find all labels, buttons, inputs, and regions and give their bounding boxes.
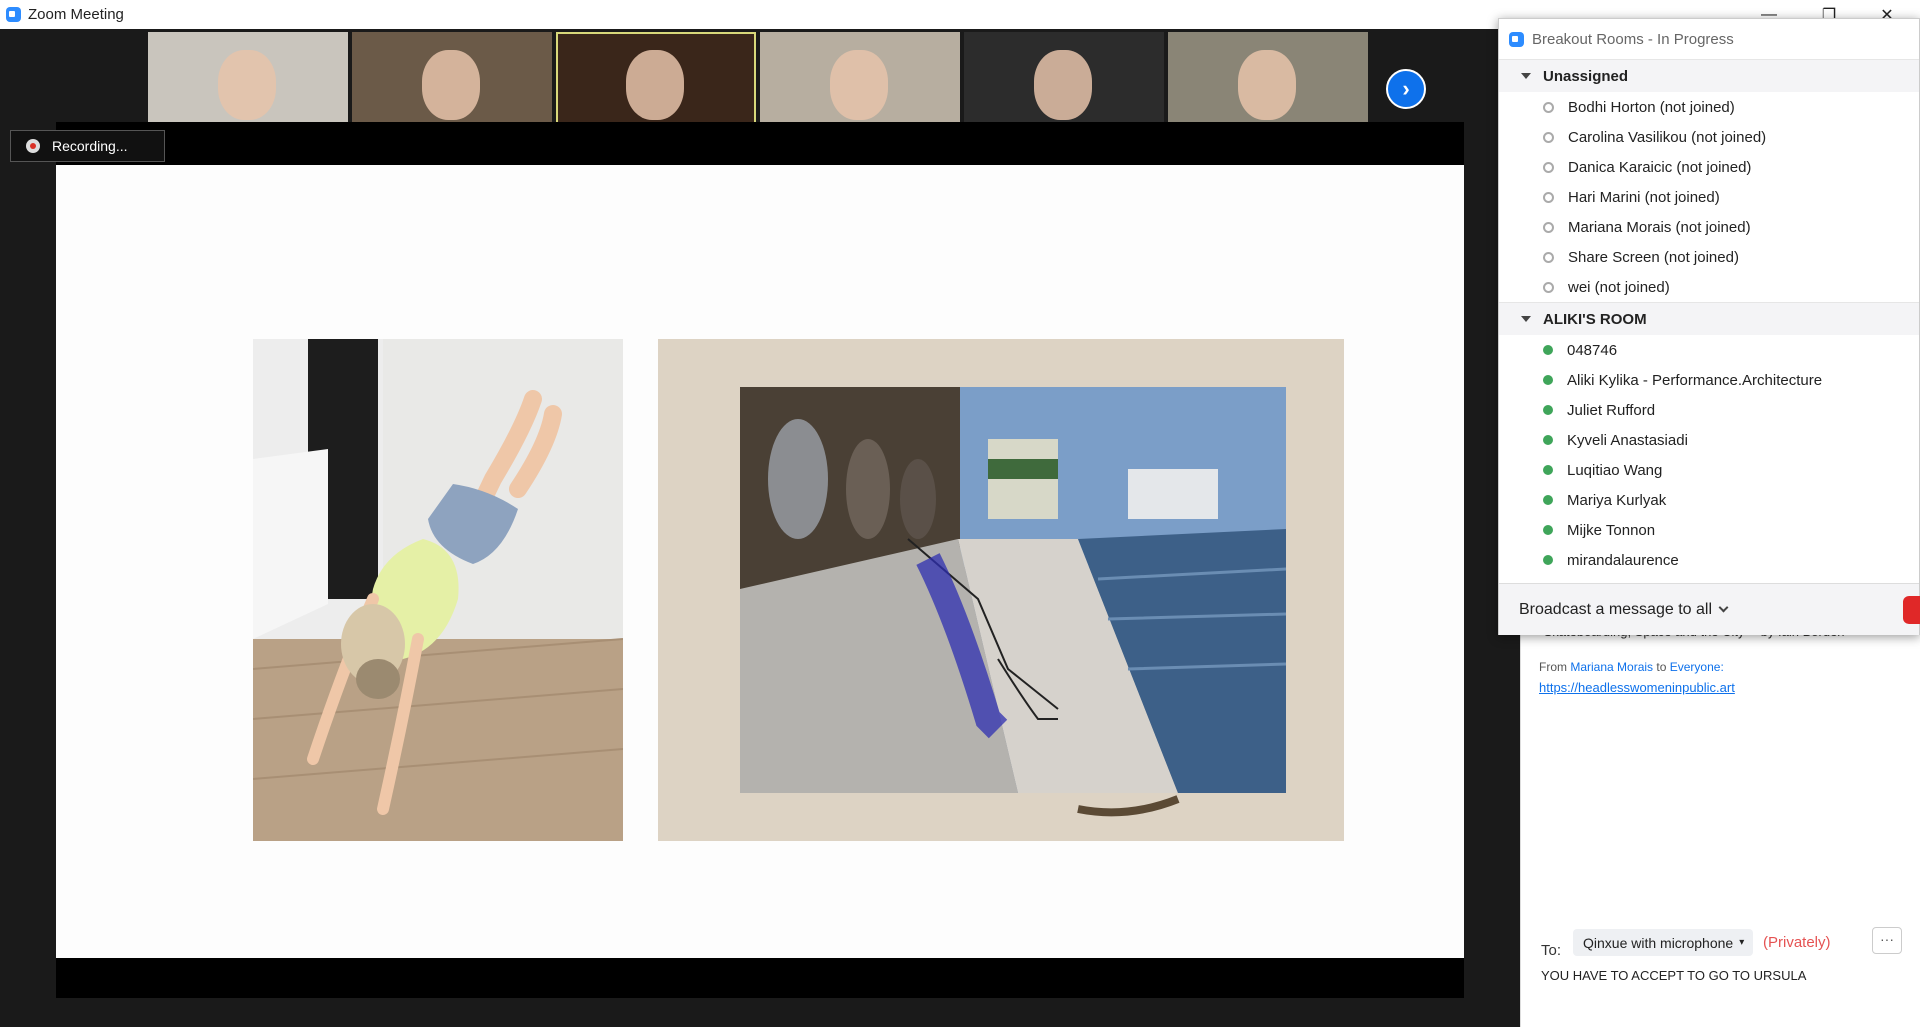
record-icon bbox=[26, 139, 40, 153]
chat-recipient-everyone: Everyone: bbox=[1669, 660, 1724, 674]
caret-down-icon bbox=[1521, 316, 1531, 322]
chevron-right-icon: › bbox=[1402, 76, 1410, 101]
member-name: Juliet Rufford bbox=[1567, 401, 1656, 419]
recording-indicator[interactable]: Recording... bbox=[10, 130, 165, 162]
privately-label: (Privately) bbox=[1763, 934, 1831, 951]
zoom-logo-icon bbox=[1509, 31, 1524, 47]
member-name: Danica Karaicic (not joined) bbox=[1568, 158, 1752, 176]
window-title: Zoom Meeting bbox=[28, 6, 124, 23]
participant-video bbox=[218, 50, 276, 120]
not-joined-status-icon bbox=[1543, 281, 1554, 293]
participant-video bbox=[830, 50, 888, 120]
chat-recipient-value: Qinxue with microphone bbox=[1583, 934, 1734, 951]
room-members: 048746 Aliki Kylika - Performance.Archite… bbox=[1499, 335, 1919, 573]
not-joined-status-icon bbox=[1543, 191, 1554, 203]
joined-status-icon bbox=[1543, 435, 1553, 445]
breakout-member[interactable]: Share Screen (not joined) bbox=[1499, 242, 1919, 272]
caret-down-icon bbox=[1521, 73, 1531, 79]
breakout-footer: Broadcast a message to all bbox=[1499, 583, 1920, 635]
breakout-title-bar: Breakout Rooms - In Progress bbox=[1499, 19, 1919, 59]
breakout-member[interactable]: Mariya Kurlyak bbox=[1499, 485, 1919, 515]
shared-slide bbox=[56, 165, 1464, 958]
room-header-aliki[interactable]: ALIKI'S ROOM bbox=[1499, 302, 1919, 335]
member-name: Luqitiao Wang bbox=[1567, 461, 1663, 479]
breakout-member[interactable]: wei (not joined) bbox=[1499, 272, 1919, 302]
room-header-unassigned[interactable]: Unassigned bbox=[1499, 59, 1919, 92]
recording-label: Recording... bbox=[52, 138, 128, 154]
room-name: Unassigned bbox=[1543, 67, 1629, 85]
breakout-member[interactable]: Juliet Rufford bbox=[1499, 395, 1919, 425]
member-name: 048746 bbox=[1567, 341, 1618, 359]
room-name: ALIKI'S ROOM bbox=[1543, 310, 1647, 328]
member-name: Hari Marini (not joined) bbox=[1568, 188, 1720, 206]
chat-input[interactable]: YOU HAVE TO ACCEPT TO GO TO URSULA bbox=[1541, 968, 1806, 983]
breakout-member[interactable]: Hari Marini (not joined) bbox=[1499, 182, 1919, 212]
member-name: wei (not joined) bbox=[1568, 278, 1670, 296]
chat-from-prefix: From bbox=[1539, 660, 1567, 674]
breakout-member[interactable]: Bodhi Horton (not joined) bbox=[1499, 92, 1919, 122]
joined-status-icon bbox=[1543, 375, 1553, 385]
participant-video bbox=[1238, 50, 1296, 120]
joined-status-icon bbox=[1543, 405, 1553, 415]
zoom-logo-icon bbox=[6, 7, 21, 22]
participant-video bbox=[626, 50, 684, 120]
member-name: Mijke Tonnon bbox=[1567, 521, 1656, 539]
broadcast-label: Broadcast a message to all bbox=[1519, 600, 1712, 618]
chat-recipient-select[interactable]: Qinxue with microphone ▾ bbox=[1573, 929, 1753, 956]
participant-video bbox=[1034, 50, 1092, 120]
breakout-member[interactable]: Aliki Kylika - Performance.Architecture bbox=[1499, 365, 1919, 395]
participant-video bbox=[422, 50, 480, 120]
breakout-member[interactable]: Kyveli Anastasiadi bbox=[1499, 425, 1919, 455]
joined-status-icon bbox=[1543, 495, 1553, 505]
member-name: Bodhi Horton (not joined) bbox=[1568, 98, 1735, 116]
not-joined-status-icon bbox=[1543, 251, 1554, 263]
not-joined-status-icon bbox=[1543, 131, 1554, 143]
joined-status-icon bbox=[1543, 525, 1553, 535]
chat-more-button[interactable]: ··· bbox=[1872, 927, 1902, 954]
breakout-member[interactable]: Danica Karaicic (not joined) bbox=[1499, 152, 1919, 182]
not-joined-status-icon bbox=[1543, 101, 1554, 113]
not-joined-status-icon bbox=[1543, 161, 1554, 173]
member-name: Kyveli Anastasiadi bbox=[1567, 431, 1688, 449]
joined-status-icon bbox=[1543, 345, 1553, 355]
joined-status-icon bbox=[1543, 465, 1553, 475]
breakout-member[interactable]: Mariana Morais (not joined) bbox=[1499, 212, 1919, 242]
breakout-member[interactable]: mirandalaurence bbox=[1499, 545, 1919, 573]
breakout-member[interactable]: Luqitiao Wang bbox=[1499, 455, 1919, 485]
breakout-member[interactable]: Carolina Vasilikou (not joined) bbox=[1499, 122, 1919, 152]
chevron-down-icon bbox=[1718, 602, 1729, 613]
chat-message-header: From Mariana Morais to Everyone: bbox=[1539, 660, 1724, 674]
breakout-title: Breakout Rooms - In Progress bbox=[1532, 30, 1734, 48]
chat-panel: "Skateboarding, Space and the City" - by… bbox=[1520, 600, 1920, 1027]
close-all-rooms-button[interactable] bbox=[1903, 596, 1920, 624]
breakout-rooms-window: Breakout Rooms - In Progress Unassigned … bbox=[1498, 18, 1920, 635]
joined-status-icon bbox=[1543, 555, 1553, 565]
not-joined-status-icon bbox=[1543, 221, 1554, 233]
broadcast-button[interactable]: Broadcast a message to all bbox=[1519, 600, 1729, 619]
chat-sender[interactable]: Mariana Morais bbox=[1570, 660, 1653, 674]
chat-to-word: to bbox=[1656, 660, 1667, 674]
member-name: Carolina Vasilikou (not joined) bbox=[1568, 128, 1767, 146]
member-name: mirandalaurence bbox=[1567, 551, 1679, 569]
breakout-member[interactable]: Mijke Tonnon bbox=[1499, 515, 1919, 545]
chat-to-label: To: bbox=[1541, 942, 1562, 959]
member-name: Aliki Kylika - Performance.Architecture bbox=[1567, 371, 1823, 389]
next-page-button[interactable]: › bbox=[1386, 69, 1426, 109]
member-name: Mariya Kurlyak bbox=[1567, 491, 1667, 509]
breakout-room-list: Unassigned Bodhi Horton (not joined) Caro… bbox=[1499, 59, 1919, 573]
chevron-down-icon: ▾ bbox=[1739, 937, 1745, 948]
waterfront-collage-photo bbox=[658, 339, 1344, 841]
unassigned-members: Bodhi Horton (not joined) Carolina Vasili… bbox=[1499, 92, 1919, 302]
member-name: Mariana Morais (not joined) bbox=[1568, 218, 1751, 236]
chat-link[interactable]: https://headlesswomeninpublic.art bbox=[1539, 680, 1735, 695]
handstand-photo bbox=[253, 339, 623, 841]
member-name: Share Screen (not joined) bbox=[1568, 248, 1739, 266]
breakout-member[interactable]: 048746 bbox=[1499, 335, 1919, 365]
